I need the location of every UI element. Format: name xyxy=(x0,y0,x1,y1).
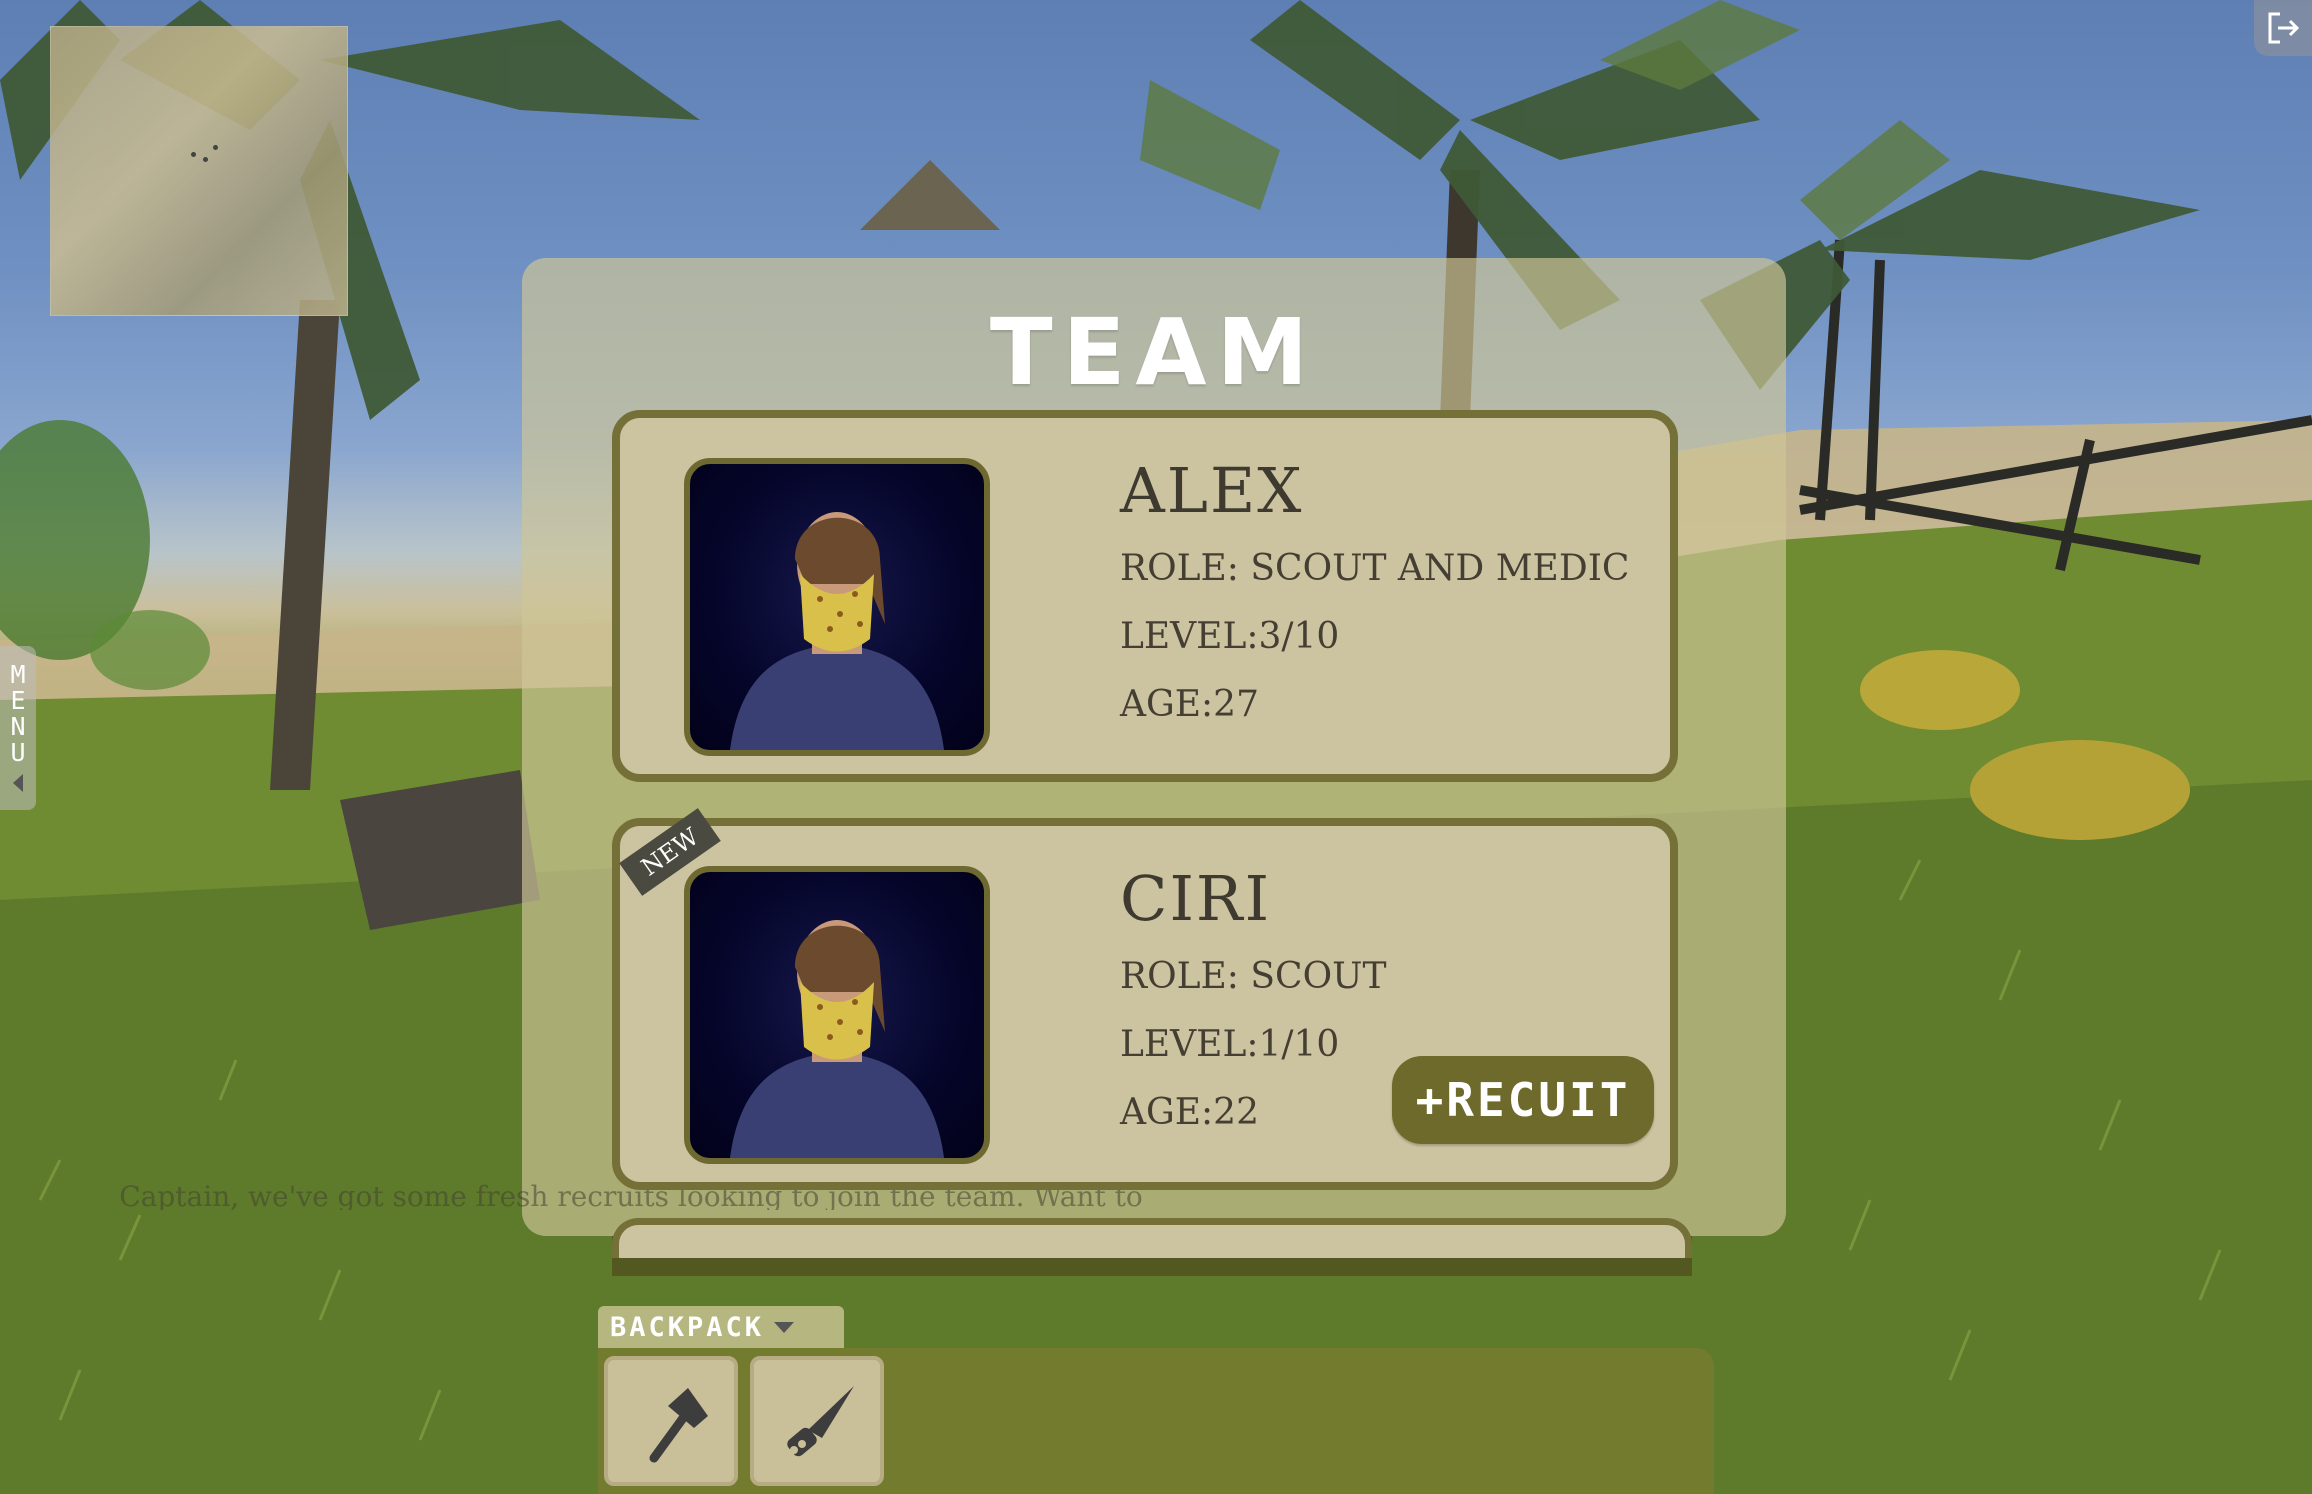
minimap-marker xyxy=(191,152,196,157)
member-name: CIRI xyxy=(1120,862,1272,935)
member-portrait xyxy=(684,866,990,1164)
menu-tab[interactable]: MENU xyxy=(0,646,36,810)
team-list[interactable]: ALEX ROLE: SCOUT AND MEDIC LEVEL:3/10 AG… xyxy=(612,408,1694,1234)
member-portrait xyxy=(684,458,990,756)
minimap-marker xyxy=(203,157,208,162)
backpack-label: BACKPACK xyxy=(610,1311,765,1343)
minimap[interactable] xyxy=(50,26,348,316)
minimap-marker xyxy=(213,145,218,150)
panel-title: TEAM xyxy=(989,299,1319,406)
recruit-button[interactable]: +RECUIT xyxy=(1392,1056,1654,1144)
member-age: AGE:22 xyxy=(1120,1092,1259,1133)
character-avatar-icon xyxy=(730,920,944,1158)
member-level: LEVEL:1/10 xyxy=(1120,1024,1340,1065)
member-role: ROLE: SCOUT AND MEDIC xyxy=(1120,548,1630,589)
character-avatar-icon xyxy=(730,512,944,750)
arrow-left-icon xyxy=(13,774,23,792)
member-name: ALEX xyxy=(1120,454,1304,527)
member-role: ROLE: SCOUT xyxy=(1120,956,1387,997)
member-level: LEVEL:3/10 xyxy=(1120,616,1340,657)
backpack-slot-axe[interactable] xyxy=(604,1356,738,1486)
backpack-slot-knife[interactable] xyxy=(750,1356,884,1486)
menu-label: MENU xyxy=(10,660,26,767)
member-age: AGE:27 xyxy=(1120,684,1259,725)
backpack-toggle[interactable]: BACKPACK xyxy=(598,1306,844,1348)
member-card[interactable]: ALEX ROLE: SCOUT AND MEDIC LEVEL:3/10 AG… xyxy=(612,410,1678,782)
exit-button[interactable] xyxy=(2254,0,2312,56)
axe-icon xyxy=(649,1388,708,1463)
exit-icon xyxy=(2268,12,2300,44)
knife-icon xyxy=(787,1386,854,1457)
chevron-down-icon xyxy=(774,1321,795,1333)
member-card[interactable]: NEW CIRI ROLE: SCOUT LEVEL:1/10 AGE:22 +… xyxy=(612,808,1678,1190)
